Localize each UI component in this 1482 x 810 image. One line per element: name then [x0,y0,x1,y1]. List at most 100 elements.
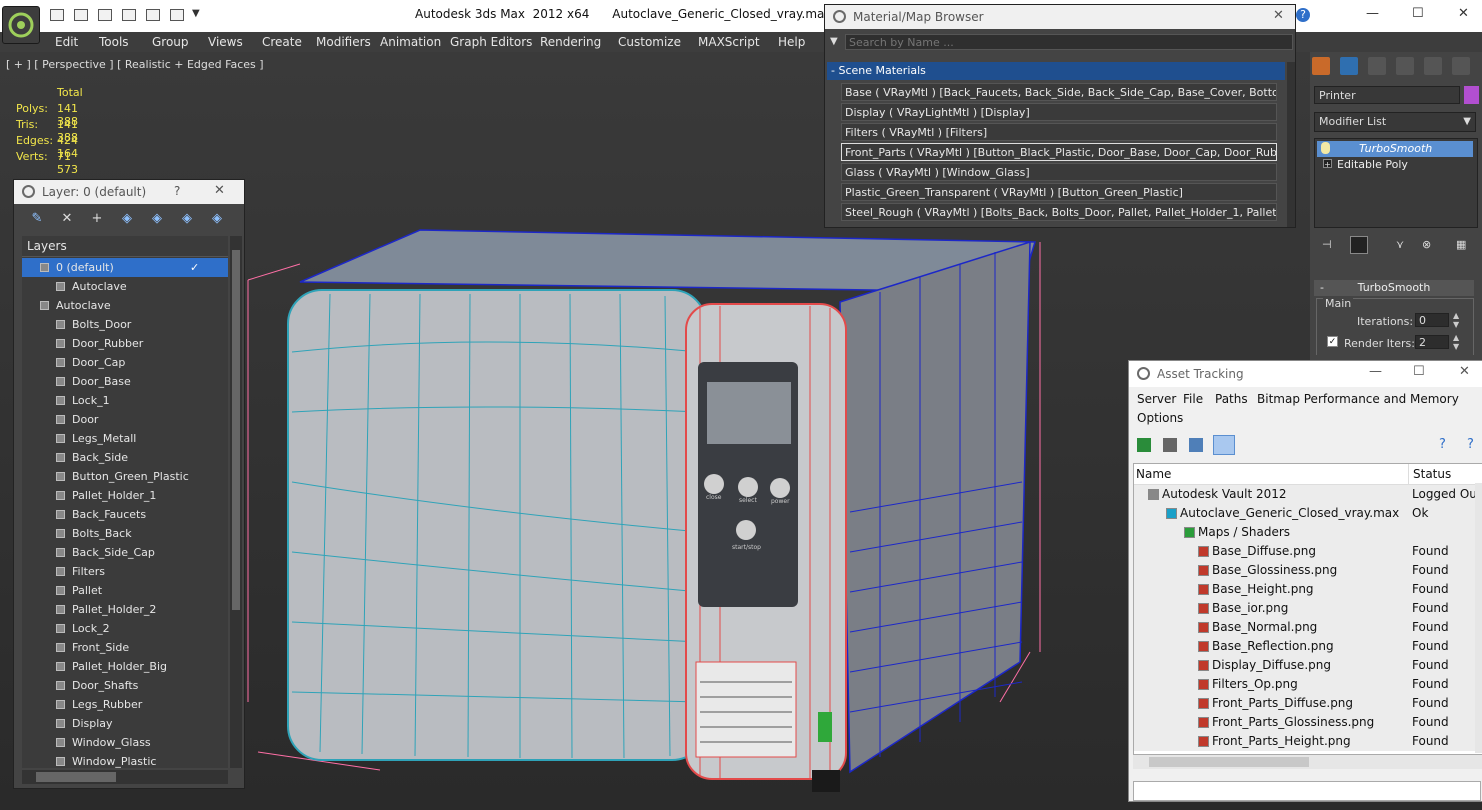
layer-row[interactable]: Legs_Rubber [22,695,228,714]
asset-row[interactable]: Base_ior.png Found [1134,599,1482,619]
object-name-field[interactable]: Printer [1314,86,1460,104]
object-color-swatch[interactable] [1464,86,1479,104]
hierarchy-tab-icon[interactable] [1368,57,1386,75]
menu-group[interactable]: Group [152,35,189,49]
remove-modifier-icon[interactable]: ⊗ [1422,238,1431,251]
asset-row[interactable]: Base_Reflection.png Found [1134,637,1482,657]
layer-row[interactable]: Door_Cap [22,353,228,372]
menu-create[interactable]: Create [262,35,302,49]
minimize-icon[interactable]: — [1366,6,1379,21]
active-layer-check-icon[interactable]: ✓ [190,258,199,277]
scene-materials-group[interactable]: - Scene Materials [827,62,1285,80]
help-icon[interactable]: ? [1296,8,1310,22]
layer-row[interactable]: Pallet [22,581,228,600]
layer-row[interactable]: Door_Rubber [22,334,228,353]
layer-row[interactable]: 0 (default) ✓ [22,258,228,277]
help-icon[interactable]: ? [1439,437,1446,452]
menu-maxscript[interactable]: MAXScript [698,35,760,49]
asset-row[interactable]: Base_Normal.png Found [1134,618,1482,638]
column-name[interactable]: Name [1134,464,1408,485]
menu-bitmap-performance[interactable]: Bitmap Performance and Memory [1257,392,1459,406]
asset-row[interactable]: Base_Height.png Found [1134,580,1482,600]
hide-layers-icon[interactable]: ◈ [180,212,194,226]
layer-row[interactable]: Autoclave [22,277,228,296]
utilities-tab-icon[interactable] [1452,57,1470,75]
minimize-icon[interactable]: — [1369,364,1382,379]
layer-row[interactable]: Back_Side [22,448,228,467]
material-browser-scrollbar[interactable] [1287,62,1295,227]
modify-tab-icon[interactable] [1340,57,1358,75]
layer-row[interactable]: Back_Side_Cap [22,543,228,562]
refresh-icon[interactable] [1137,438,1151,452]
layer-row[interactable]: Pallet_Holder_2 [22,600,228,619]
expand-icon[interactable]: + [1323,159,1332,169]
material-search-input[interactable] [845,34,1293,50]
menu-options[interactable]: Options [1137,411,1183,425]
menu-tools[interactable]: Tools [99,35,129,49]
layer-row[interactable]: Window_Glass [22,733,228,752]
material-item[interactable]: Front_Parts ( VRayMtl ) [Button_Black_Pl… [841,143,1277,161]
layer-row[interactable]: Lock_2 [22,619,228,638]
layer-vertical-scrollbar[interactable] [230,236,242,768]
select-objects-icon[interactable]: ◈ [120,212,134,226]
create-tab-icon[interactable] [1312,57,1330,75]
layer-row[interactable]: Door [22,410,228,429]
menu-help[interactable]: Help [778,35,805,49]
asset-row[interactable]: Autodesk Vault 2012 Logged Ou [1134,485,1482,505]
asset-row[interactable]: Front_Parts_Diffuse.png Found [1134,694,1482,714]
menu-server[interactable]: Server [1137,392,1176,406]
layer-row[interactable]: Display [22,714,228,733]
layer-horizontal-scrollbar[interactable] [22,770,228,784]
project-folder-icon[interactable] [170,9,184,21]
add-to-layer-icon[interactable]: + [90,212,104,226]
asset-row[interactable]: Filters_Op.png Found [1134,675,1482,695]
layer-row[interactable]: Bolts_Door [22,315,228,334]
layer-row[interactable]: Door_Base [22,372,228,391]
redo-icon[interactable] [146,9,160,21]
close-button[interactable]: ✕ [1273,8,1284,23]
layer-row[interactable]: Front_Side [22,638,228,657]
turbosmooth-rollout-header[interactable]: - TurboSmooth [1314,280,1474,296]
help-context-icon[interactable]: ? [1467,437,1474,452]
freeze-layers-icon[interactable]: ◈ [210,212,224,226]
layer-row[interactable]: Bolts_Back [22,524,228,543]
asset-row[interactable]: Autoclave_Generic_Closed_vray.max Ok [1134,504,1482,524]
layer-row[interactable]: Legs_Metall [22,429,228,448]
close-window-icon[interactable]: ✕ [1458,6,1469,21]
make-unique-icon[interactable]: ⋎ [1396,238,1404,251]
asset-row[interactable]: Front_Parts_Height.png Found [1134,732,1482,752]
save-icon[interactable] [98,9,112,21]
material-item[interactable]: Plastic_Green_Transparent ( VRayMtl ) [B… [841,183,1277,201]
asset-row[interactable]: Display_Diffuse.png Found [1134,656,1482,676]
thumbnail-view-icon[interactable] [1189,438,1203,452]
help-button[interactable]: ? [174,184,180,198]
layer-row[interactable]: Autoclave [22,296,228,315]
modifier-list-dropdown[interactable]: Modifier List ▼ [1314,112,1476,132]
layer-row[interactable]: Pallet_Holder_1 [22,486,228,505]
new-file-icon[interactable] [50,9,64,21]
asset-row[interactable]: Base_Diffuse.png Found [1134,542,1482,562]
stack-item-turbosmooth[interactable]: TurboSmooth [1317,141,1473,157]
maximize-icon[interactable]: ☐ [1413,364,1425,379]
menu-edit[interactable]: Edit [55,35,78,49]
select-layer-icon[interactable]: ◈ [150,212,164,226]
maximize-icon[interactable]: ☐ [1412,6,1424,21]
menu-customize[interactable]: Customize [618,35,681,49]
menu-animation[interactable]: Animation [380,35,441,49]
delete-layer-icon[interactable]: ✕ [60,212,74,226]
layer-row[interactable]: Door_Shafts [22,676,228,695]
configure-sets-icon[interactable]: ▦ [1456,238,1466,251]
menu-views[interactable]: Views [208,35,243,49]
iterations-spinner[interactable]: 0 [1415,313,1449,327]
menu-rendering[interactable]: Rendering [540,35,601,49]
material-item[interactable]: Glass ( VRayMtl ) [Window_Glass] [841,163,1277,181]
material-item[interactable]: Filters ( VRayMtl ) [Filters] [841,123,1277,141]
menu-paths[interactable]: Paths [1215,392,1248,406]
asset-row[interactable]: Base_Glossiness.png Found [1134,561,1482,581]
spinner-arrows-icon[interactable]: ▲ ▼ [1453,311,1459,329]
options-dropdown-icon[interactable]: ▼ [830,36,838,47]
lightbulb-icon[interactable] [1321,142,1330,154]
app-logo-icon[interactable] [2,6,40,44]
layer-row[interactable]: Button_Green_Plastic [22,467,228,486]
close-button[interactable]: ✕ [214,183,225,198]
